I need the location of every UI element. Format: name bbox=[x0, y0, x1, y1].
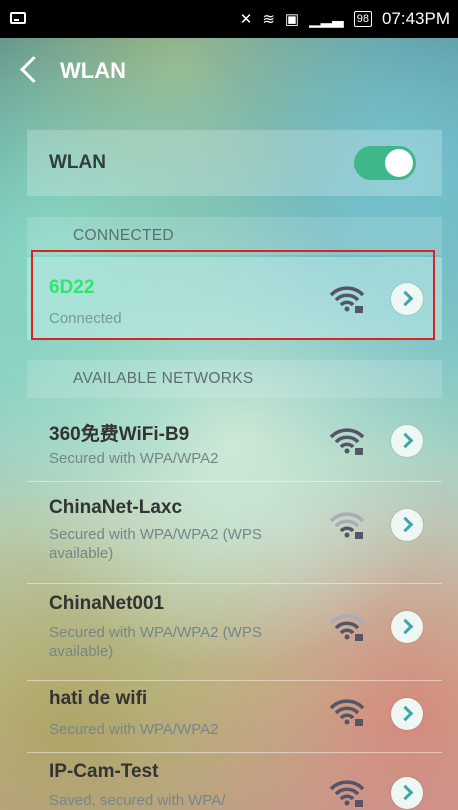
network-details-button[interactable] bbox=[391, 611, 423, 643]
network-row[interactable]: ChinaNet-Laxc Secured with WPA/WPA2 (WPS… bbox=[27, 485, 442, 580]
divider bbox=[27, 481, 442, 482]
network-name: IP-Cam-Test bbox=[49, 761, 159, 782]
network-details-button[interactable] bbox=[391, 425, 423, 457]
network-security: Secured with WPA/WPA2 bbox=[49, 450, 219, 467]
available-section-label: AVAILABLE NETWORKS bbox=[73, 370, 254, 387]
status-bar: ✕ ≋ ▣ ▁▂▃ 98 07:43PM bbox=[0, 0, 458, 38]
network-row[interactable]: ChinaNet001 Secured with WPA/WPA2 (WPS a… bbox=[27, 585, 442, 680]
divider bbox=[27, 680, 442, 681]
wifi-lock-icon bbox=[329, 614, 365, 641]
divider bbox=[27, 752, 442, 753]
wlan-toggle-row: WLAN bbox=[27, 130, 442, 196]
highlight-box bbox=[31, 250, 435, 340]
network-security: Secured with WPA/WPA2 (WPS available) bbox=[49, 624, 262, 660]
wifi-signal-icon: ≋ bbox=[262, 11, 275, 28]
wifi-lock-icon bbox=[329, 512, 365, 539]
network-name: hati de wifi bbox=[49, 688, 148, 709]
battery-icon: 98 bbox=[353, 11, 372, 27]
network-row[interactable]: IP-Cam-Test Saved, secured with WPA/ bbox=[27, 755, 442, 810]
wlan-label: WLAN bbox=[49, 152, 106, 173]
status-time: 07:43PM bbox=[381, 9, 450, 28]
toggle-knob bbox=[385, 149, 413, 177]
network-row[interactable]: 360免费WiFi-B9 Secured with WPA/WPA2 bbox=[27, 405, 442, 480]
network-details-button[interactable] bbox=[391, 698, 423, 730]
available-section-header: AVAILABLE NETWORKS bbox=[27, 360, 442, 398]
network-security: Secured with WPA/WPA2 (WPS available) bbox=[49, 526, 262, 562]
network-name: 360免费WiFi-B9 bbox=[49, 424, 190, 445]
cellular-signal-icon: ▁▂▃ bbox=[309, 11, 344, 28]
notification-icon bbox=[10, 12, 26, 24]
network-security: Secured with WPA/WPA2 bbox=[49, 721, 219, 738]
network-security: Saved, secured with WPA/ bbox=[49, 792, 226, 809]
wifi-lock-icon bbox=[329, 780, 365, 807]
wlan-toggle-switch[interactable] bbox=[354, 146, 416, 180]
network-row[interactable]: hati de wifi Secured with WPA/WPA2 bbox=[27, 682, 442, 752]
network-name: ChinaNet001 bbox=[49, 593, 165, 614]
connected-section-label: CONNECTED bbox=[73, 227, 174, 244]
wifi-lock-icon bbox=[329, 428, 365, 455]
network-name: ChinaNet-Laxc bbox=[49, 497, 183, 518]
wifi-lock-icon bbox=[329, 699, 365, 726]
sim-icon: ▣ bbox=[284, 11, 300, 28]
status-icons: ✕ ≋ ▣ ▁▂▃ 98 07:43PM bbox=[240, 0, 450, 38]
back-arrow-icon[interactable] bbox=[20, 56, 47, 83]
divider bbox=[27, 583, 442, 584]
page-title: WLAN bbox=[60, 58, 126, 83]
header: WLAN bbox=[0, 38, 458, 108]
network-details-button[interactable] bbox=[391, 509, 423, 541]
network-details-button[interactable] bbox=[391, 777, 423, 809]
mute-icon: ✕ bbox=[239, 11, 253, 28]
